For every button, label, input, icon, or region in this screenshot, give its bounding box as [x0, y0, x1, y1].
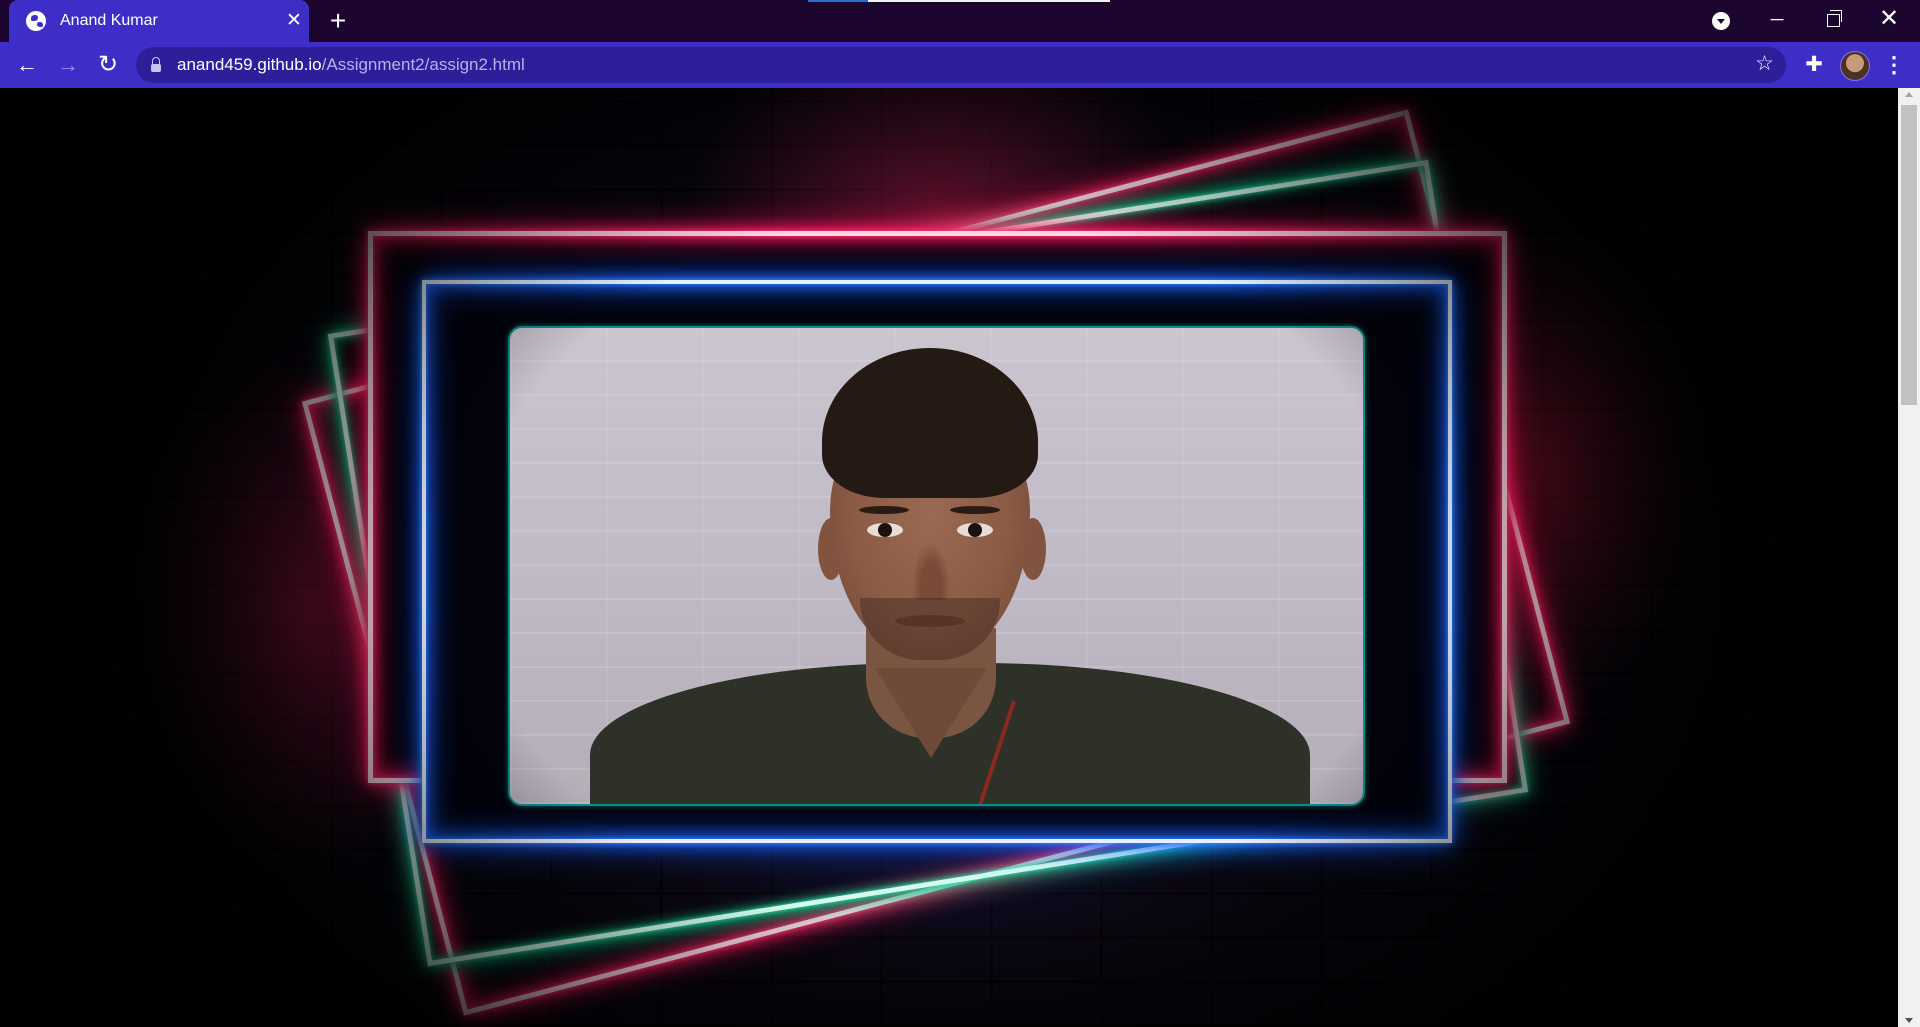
vignette-overlay [0, 88, 1898, 1027]
page-scrollbar[interactable] [1898, 88, 1920, 1027]
profile-avatar[interactable] [1840, 51, 1870, 81]
url-host: anand459.github.io [177, 55, 322, 74]
restore-icon [1826, 9, 1842, 27]
url-path: /Assignment2/assign2.html [321, 55, 525, 74]
globe-icon [26, 11, 46, 31]
close-tab-icon[interactable]: ✕ [279, 6, 309, 36]
browser-toolbar: ← → ↻ anand459.github.io/Assignment2/ass… [0, 42, 1920, 88]
close-window-button[interactable]: ✕ [1861, 0, 1917, 38]
new-tab-button[interactable]: + [322, 5, 354, 37]
browser-menu-icon[interactable]: ⋮ [1880, 51, 1908, 79]
lock-icon[interactable] [151, 57, 161, 72]
scroll-down-arrow-icon[interactable] [1905, 1018, 1913, 1023]
extensions-puzzle-icon[interactable]: ✚ [1800, 51, 1828, 79]
titlebar-indicator-light [868, 0, 1110, 2]
bookmark-star-icon[interactable]: ☆ [1755, 51, 1774, 76]
browser-tab-active[interactable]: Anand Kumar ✕ [9, 0, 309, 42]
tab-search-icon[interactable] [1712, 12, 1730, 30]
url-text[interactable]: anand459.github.io/Assignment2/assign2.h… [177, 55, 525, 75]
scroll-up-arrow-icon[interactable] [1905, 92, 1913, 97]
forward-button[interactable]: → [52, 49, 84, 81]
reload-button[interactable]: ↻ [92, 49, 124, 81]
back-button[interactable]: ← [11, 49, 43, 81]
scrollbar-thumb[interactable] [1901, 105, 1917, 405]
page-viewport [0, 88, 1898, 1027]
restore-button[interactable] [1805, 0, 1861, 38]
minimize-button[interactable]: ─ [1749, 0, 1805, 38]
tab-title: Anand Kumar [60, 12, 158, 29]
address-bar[interactable]: anand459.github.io/Assignment2/assign2.h… [136, 47, 1786, 83]
window-titlebar: Anand Kumar ✕ + ─ ✕ [0, 0, 1920, 42]
titlebar-indicator [808, 0, 868, 2]
